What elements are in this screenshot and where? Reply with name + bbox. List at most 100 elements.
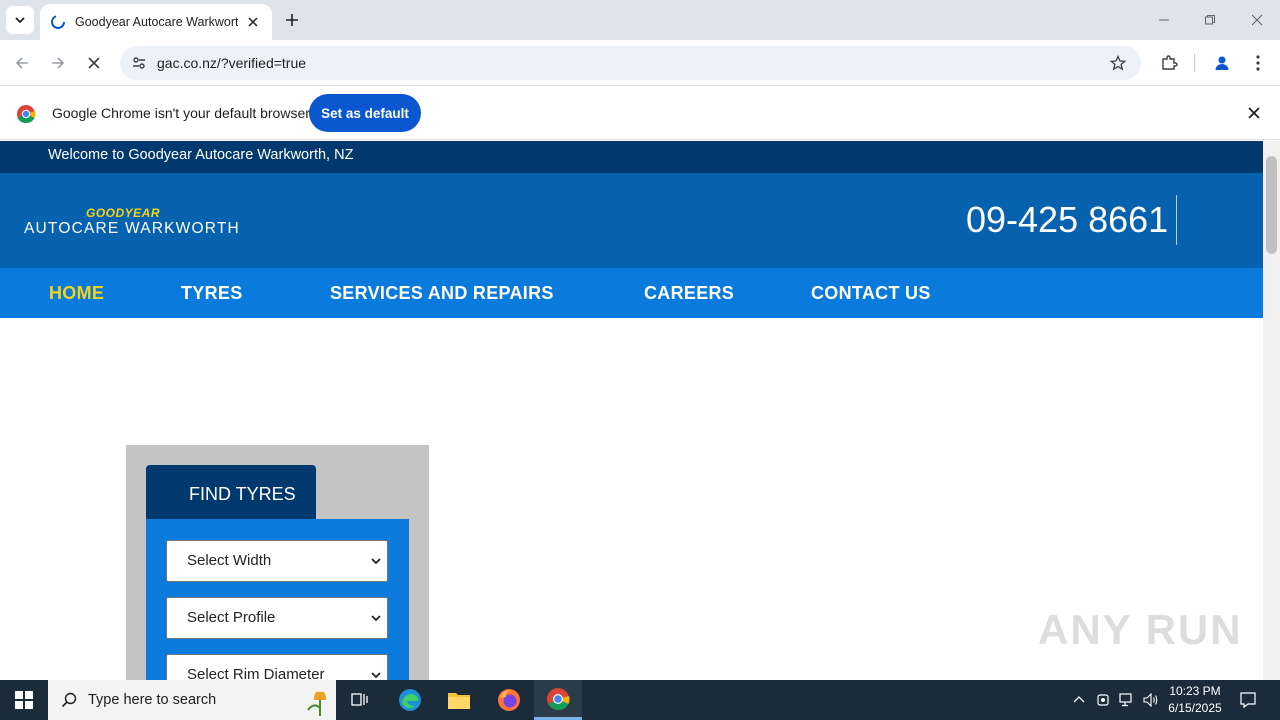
welcome-bar: Welcome to Goodyear Autocare Warkworth, …: [0, 141, 1263, 173]
site-info-button[interactable]: [126, 50, 152, 76]
chevron-down-icon: [15, 17, 25, 24]
new-tab-button[interactable]: [280, 8, 304, 32]
task-view-icon: [351, 693, 368, 706]
back-button[interactable]: [8, 49, 36, 77]
close-window-button[interactable]: [1245, 8, 1269, 32]
chevron-up-icon: [1073, 696, 1085, 703]
firefox-icon: [498, 689, 520, 711]
welcome-text: Welcome to Goodyear Autocare Warkworth, …: [48, 147, 354, 163]
windows-logo-icon: [15, 691, 33, 709]
forward-arrow-icon: [52, 57, 65, 69]
phone-number[interactable]: 09-425 8661: [966, 199, 1168, 241]
tab-strip: Goodyear Autocare Warkworth: [0, 0, 1280, 40]
scrollbar-thumb[interactable]: [1266, 156, 1277, 254]
extensions-button[interactable]: [1155, 49, 1183, 77]
nav-item-careers[interactable]: CAREERS: [644, 283, 734, 304]
nav-item-home[interactable]: HOME: [49, 283, 104, 304]
edge-icon: [399, 689, 421, 711]
menu-button[interactable]: [1244, 49, 1272, 77]
find-tyres-title: FIND TYRES: [189, 484, 296, 504]
forward-button[interactable]: [44, 49, 72, 77]
edge-taskbar-button[interactable]: [386, 680, 434, 720]
nav-item-tyres[interactable]: TYRES: [181, 283, 243, 304]
select-profile-label: Select Profile: [187, 609, 276, 626]
main-nav: HOME TYRES SERVICES AND REPAIRS CAREERS …: [0, 268, 1263, 318]
tray-app-button[interactable]: [1093, 690, 1113, 710]
minimize-button[interactable]: [1152, 8, 1176, 32]
restore-icon: [1205, 15, 1215, 25]
nav-item-contact[interactable]: CONTACT US: [811, 283, 931, 304]
chevron-down-icon: [371, 672, 381, 679]
find-tyres-tab[interactable]: FIND TYRES: [146, 465, 316, 521]
speaker-icon: [1143, 693, 1158, 707]
back-arrow-icon: [15, 57, 28, 69]
restore-button[interactable]: [1198, 8, 1222, 32]
avatar-icon: [1215, 56, 1229, 70]
notification-icon: [1240, 692, 1256, 709]
select-width-label: Select Width: [187, 552, 272, 569]
site-logo[interactable]: GOODYEAR AUTOCARE WARKWORTH: [24, 206, 239, 240]
tab-title: Goodyear Autocare Warkworth: [75, 15, 239, 29]
device-icon: [1097, 694, 1109, 706]
loading-favicon-icon: [50, 14, 66, 30]
close-icon: [1248, 107, 1260, 119]
header-divider: [1176, 195, 1177, 245]
web-page: Welcome to Goodyear Autocare Warkworth, …: [0, 141, 1263, 680]
tune-icon: [133, 57, 145, 69]
url-text: gac.co.nz/?verified=true: [157, 55, 307, 71]
set-as-default-button[interactable]: Set as default: [309, 94, 421, 132]
chevron-down-icon: [371, 558, 381, 565]
clock-date: 6/15/2025: [1168, 701, 1222, 715]
more-vertical-icon: [1256, 55, 1260, 71]
folder-icon: [448, 693, 470, 709]
network-icon: [1119, 693, 1132, 707]
file-explorer-taskbar-button[interactable]: [435, 680, 483, 720]
search-icon: [61, 692, 77, 708]
logo-subtitle: AUTOCARE WARKWORTH: [24, 220, 240, 237]
close-tab-icon[interactable]: [244, 13, 262, 31]
task-view-button[interactable]: [336, 680, 384, 720]
browser-tab[interactable]: Goodyear Autocare Warkworth: [40, 4, 272, 40]
notifications-button[interactable]: [1236, 688, 1260, 712]
network-button[interactable]: [1117, 690, 1137, 710]
chevron-down-icon: [371, 615, 381, 622]
tyre-finder-form: Select Width Select Profile Select Rim D…: [146, 519, 409, 680]
start-button[interactable]: [0, 680, 48, 720]
default-browser-infobar: Google Chrome isn't your default browser…: [0, 87, 1280, 140]
puzzle-icon: [1162, 55, 1178, 70]
tyre-finder: FIND TYRES Select Width Select Profile S…: [126, 445, 429, 680]
taskbar-clock[interactable]: 10:23 PM 6/15/2025: [1163, 683, 1227, 717]
close-icon: [88, 57, 100, 69]
infobar-message: Google Chrome isn't your default browser: [52, 105, 310, 121]
star-icon: [1110, 55, 1126, 71]
stop-loading-button[interactable]: [80, 49, 108, 77]
windows-taskbar: Type here to search 10:23 PM 6/15/2025: [0, 680, 1280, 720]
show-hidden-icons-button[interactable]: [1069, 690, 1089, 710]
select-rim-diameter[interactable]: Select Rim Diameter: [166, 654, 388, 680]
clock-time: 10:23 PM: [1169, 684, 1221, 698]
firefox-taskbar-button[interactable]: [485, 680, 533, 720]
toolbar-separator: [1194, 54, 1195, 72]
taskbar-search[interactable]: Type here to search: [48, 680, 336, 720]
bookmark-button[interactable]: [1105, 50, 1131, 76]
minimize-icon: [1159, 19, 1169, 21]
page-scrollbar[interactable]: [1263, 141, 1280, 680]
address-bar[interactable]: gac.co.nz/?verified=true: [120, 46, 1141, 80]
tab-search-button[interactable]: [6, 6, 34, 34]
plus-icon: [286, 14, 298, 26]
volume-button[interactable]: [1141, 690, 1161, 710]
chrome-icon: [547, 687, 570, 710]
site-header: GOODYEAR AUTOCARE WARKWORTH 09-425 8661: [0, 173, 1263, 268]
chrome-taskbar-button[interactable]: [534, 680, 582, 720]
close-icon: [1251, 14, 1263, 26]
taskbar-search-placeholder: Type here to search: [88, 692, 217, 708]
select-width[interactable]: Select Width: [166, 540, 388, 582]
logo-brand: GOODYEAR: [86, 206, 161, 220]
select-profile[interactable]: Select Profile: [166, 597, 388, 639]
anyrun-watermark: ANY RUN: [1038, 606, 1243, 653]
nav-item-services[interactable]: SERVICES AND REPAIRS: [330, 283, 554, 304]
profile-button[interactable]: [1208, 49, 1236, 77]
browser-toolbar: gac.co.nz/?verified=true: [0, 40, 1280, 86]
chrome-logo-icon: [16, 104, 36, 129]
infobar-close-button[interactable]: [1243, 102, 1265, 124]
